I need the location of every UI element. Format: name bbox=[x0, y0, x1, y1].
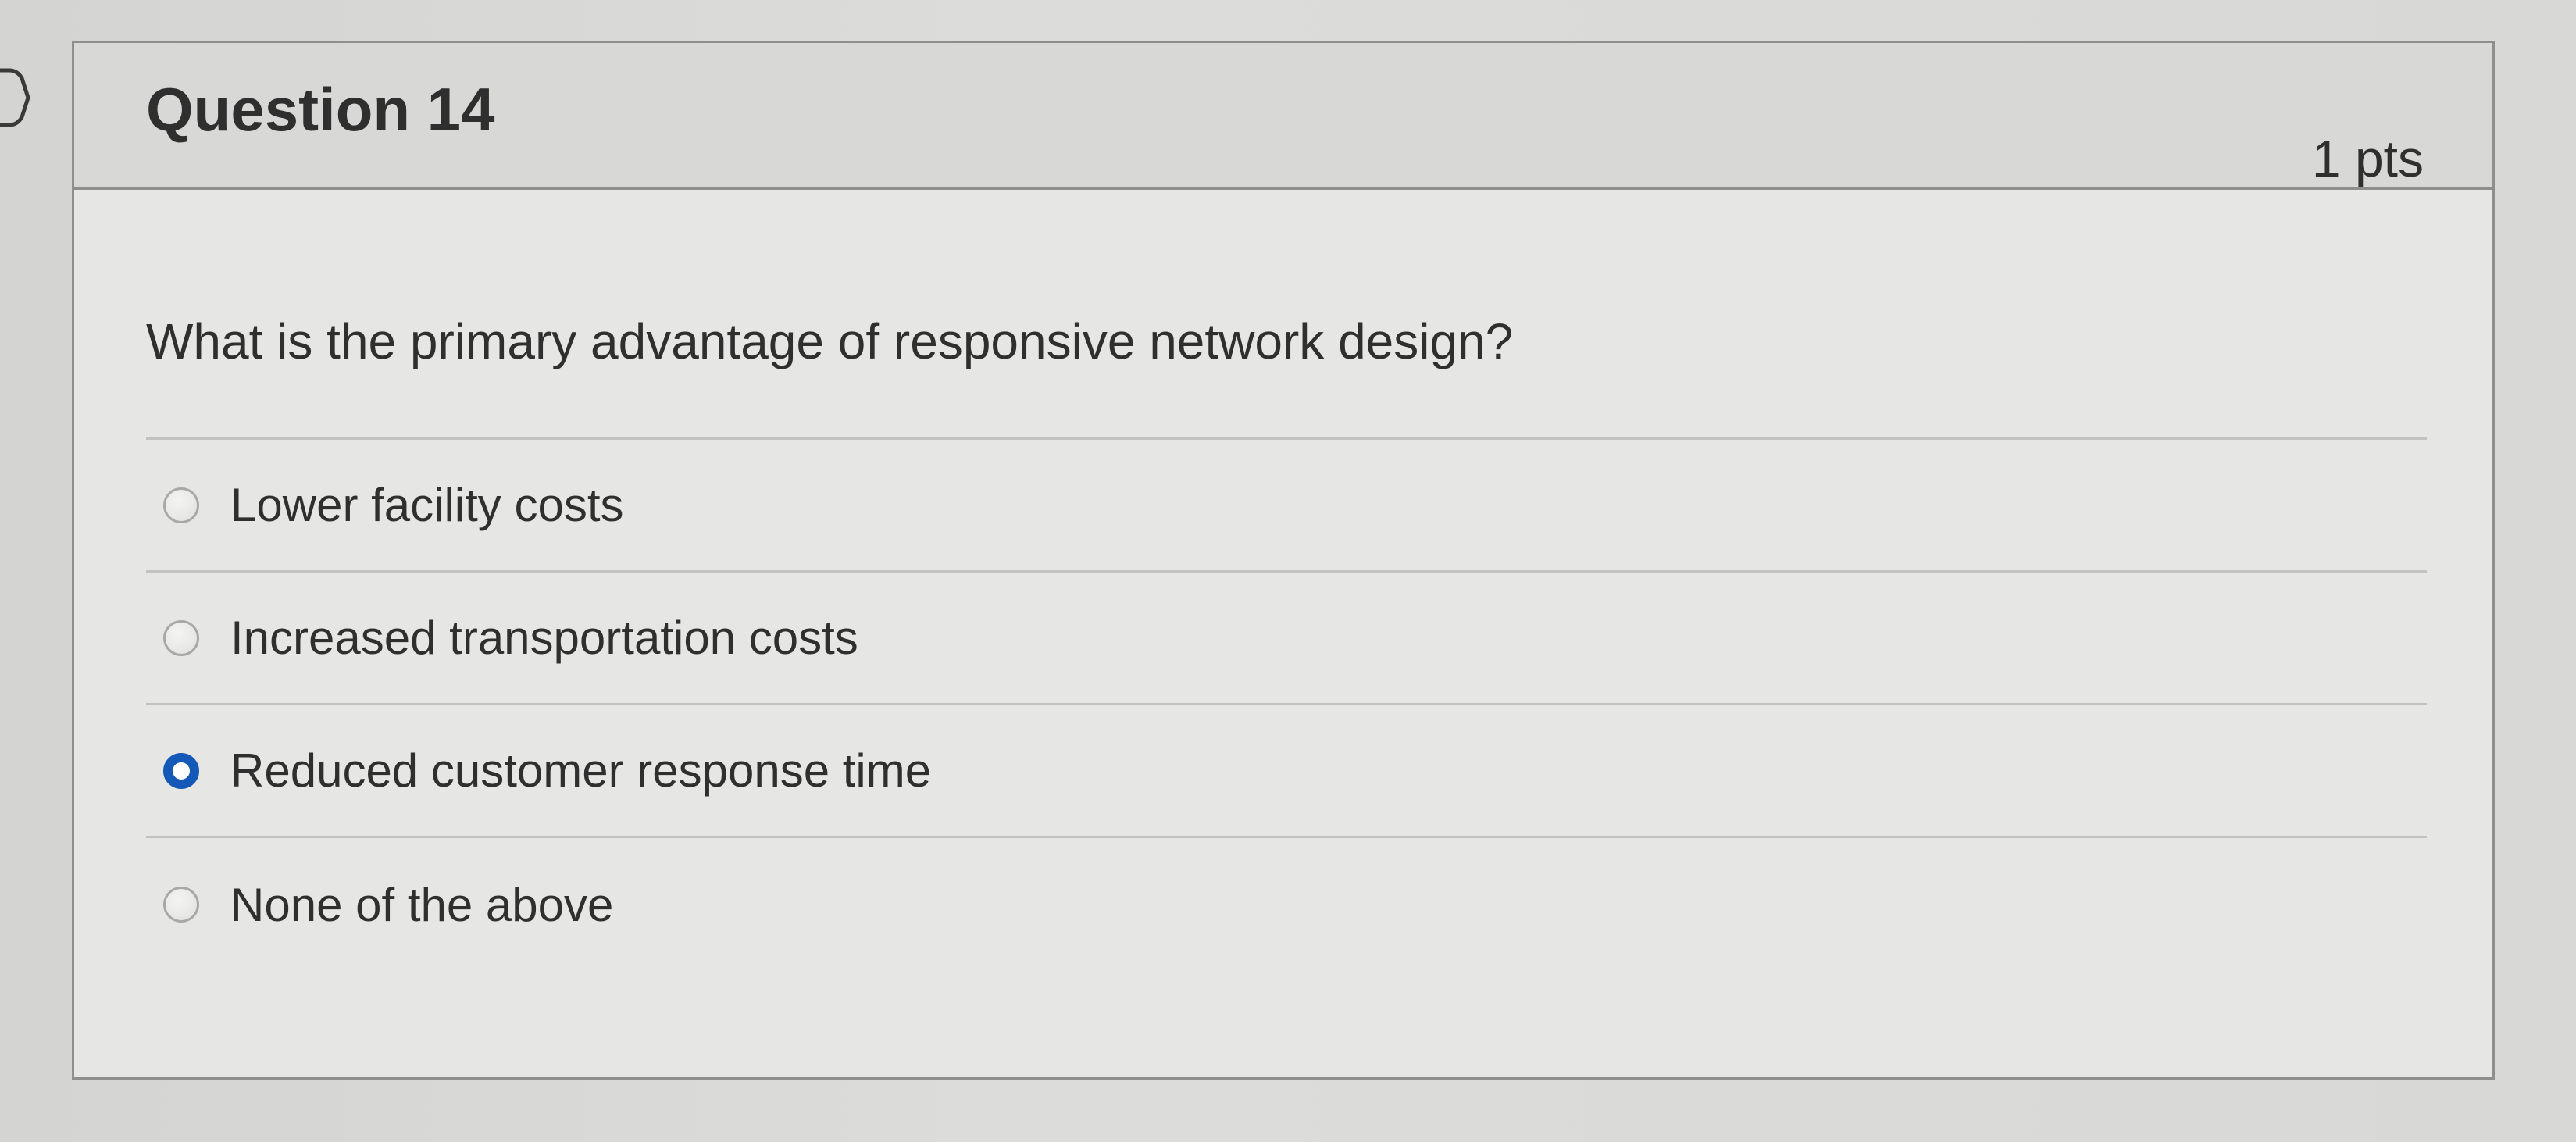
radio-button[interactable] bbox=[163, 619, 199, 656]
answer-option[interactable]: Reduced customer response time bbox=[146, 705, 2427, 838]
answer-label[interactable]: Lower facility costs bbox=[230, 478, 624, 532]
answer-option[interactable]: Lower facility costs bbox=[146, 440, 2427, 573]
answer-option[interactable]: None of the above bbox=[146, 838, 2427, 971]
radio-button[interactable] bbox=[163, 887, 199, 923]
question-text: What is the primary advantage of respons… bbox=[146, 313, 1514, 369]
answer-option[interactable]: Increased transportation costs bbox=[146, 573, 2427, 705]
answer-label[interactable]: Increased transportation costs bbox=[230, 611, 858, 665]
answer-label[interactable]: None of the above bbox=[230, 878, 613, 932]
question-card: Question 14 1 pts What is the primary ad… bbox=[72, 41, 2495, 1080]
radio-button[interactable] bbox=[163, 487, 199, 523]
answer-list: Lower facility costs Increased transport… bbox=[146, 437, 2427, 971]
question-points: 1 pts bbox=[2311, 130, 2424, 187]
radio-button[interactable] bbox=[163, 752, 199, 789]
chevron-right-icon[interactable] bbox=[0, 62, 31, 133]
answer-label[interactable]: Reduced customer response time bbox=[230, 744, 931, 798]
question-title: Question 14 bbox=[146, 75, 495, 144]
question-header: Question 14 1 pts bbox=[74, 43, 2492, 190]
quiz-page: Question 14 1 pts What is the primary ad… bbox=[0, 0, 2576, 1142]
